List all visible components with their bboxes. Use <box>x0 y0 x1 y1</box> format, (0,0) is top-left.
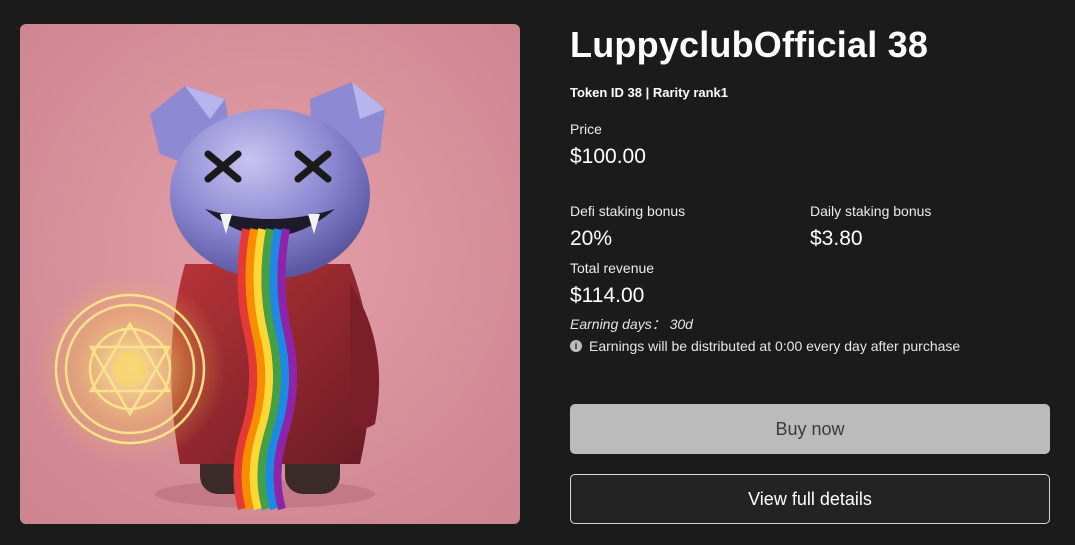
daily-staking-value: $3.80 <box>810 227 863 250</box>
price-section: Price $100.00 <box>570 120 1050 170</box>
token-rarity-label: Token ID 38 | Rarity rank1 <box>570 85 729 100</box>
total-revenue-section: Total revenue $114.00 <box>570 259 1050 309</box>
defi-staking-value: 20% <box>570 227 613 250</box>
nft-artwork-image[interactable] <box>20 24 520 524</box>
buy-now-button[interactable]: Buy now <box>570 404 1050 454</box>
total-revenue-value: $114.00 <box>570 284 645 307</box>
info-icon: i <box>570 340 582 352</box>
defi-staking-label: Defi staking bonus <box>570 203 686 219</box>
earnings-note: i Earnings will be distributed at 0:00 e… <box>570 337 1050 355</box>
product-details: LuppyclubOfficial 38 Token ID 38 | Rarit… <box>570 24 1050 355</box>
bear-illustration <box>20 24 520 524</box>
price-value: $100.00 <box>570 145 646 168</box>
total-revenue-label: Total revenue <box>570 260 655 276</box>
view-full-details-button[interactable]: View full details <box>570 474 1050 524</box>
daily-staking-label: Daily staking bonus <box>810 203 932 219</box>
product-title: LuppyclubOfficial 38 <box>570 24 929 65</box>
price-label: Price <box>570 121 602 137</box>
defi-staking-section: Defi staking bonus 20% <box>570 202 810 252</box>
earnings-note-text: Earnings will be distributed at 0:00 eve… <box>589 338 961 354</box>
staking-bonus-row: Defi staking bonus 20% Daily staking bon… <box>570 202 1050 252</box>
daily-staking-section: Daily staking bonus $3.80 <box>810 202 1050 252</box>
earning-days-text: Earning days： 30d <box>570 316 693 332</box>
